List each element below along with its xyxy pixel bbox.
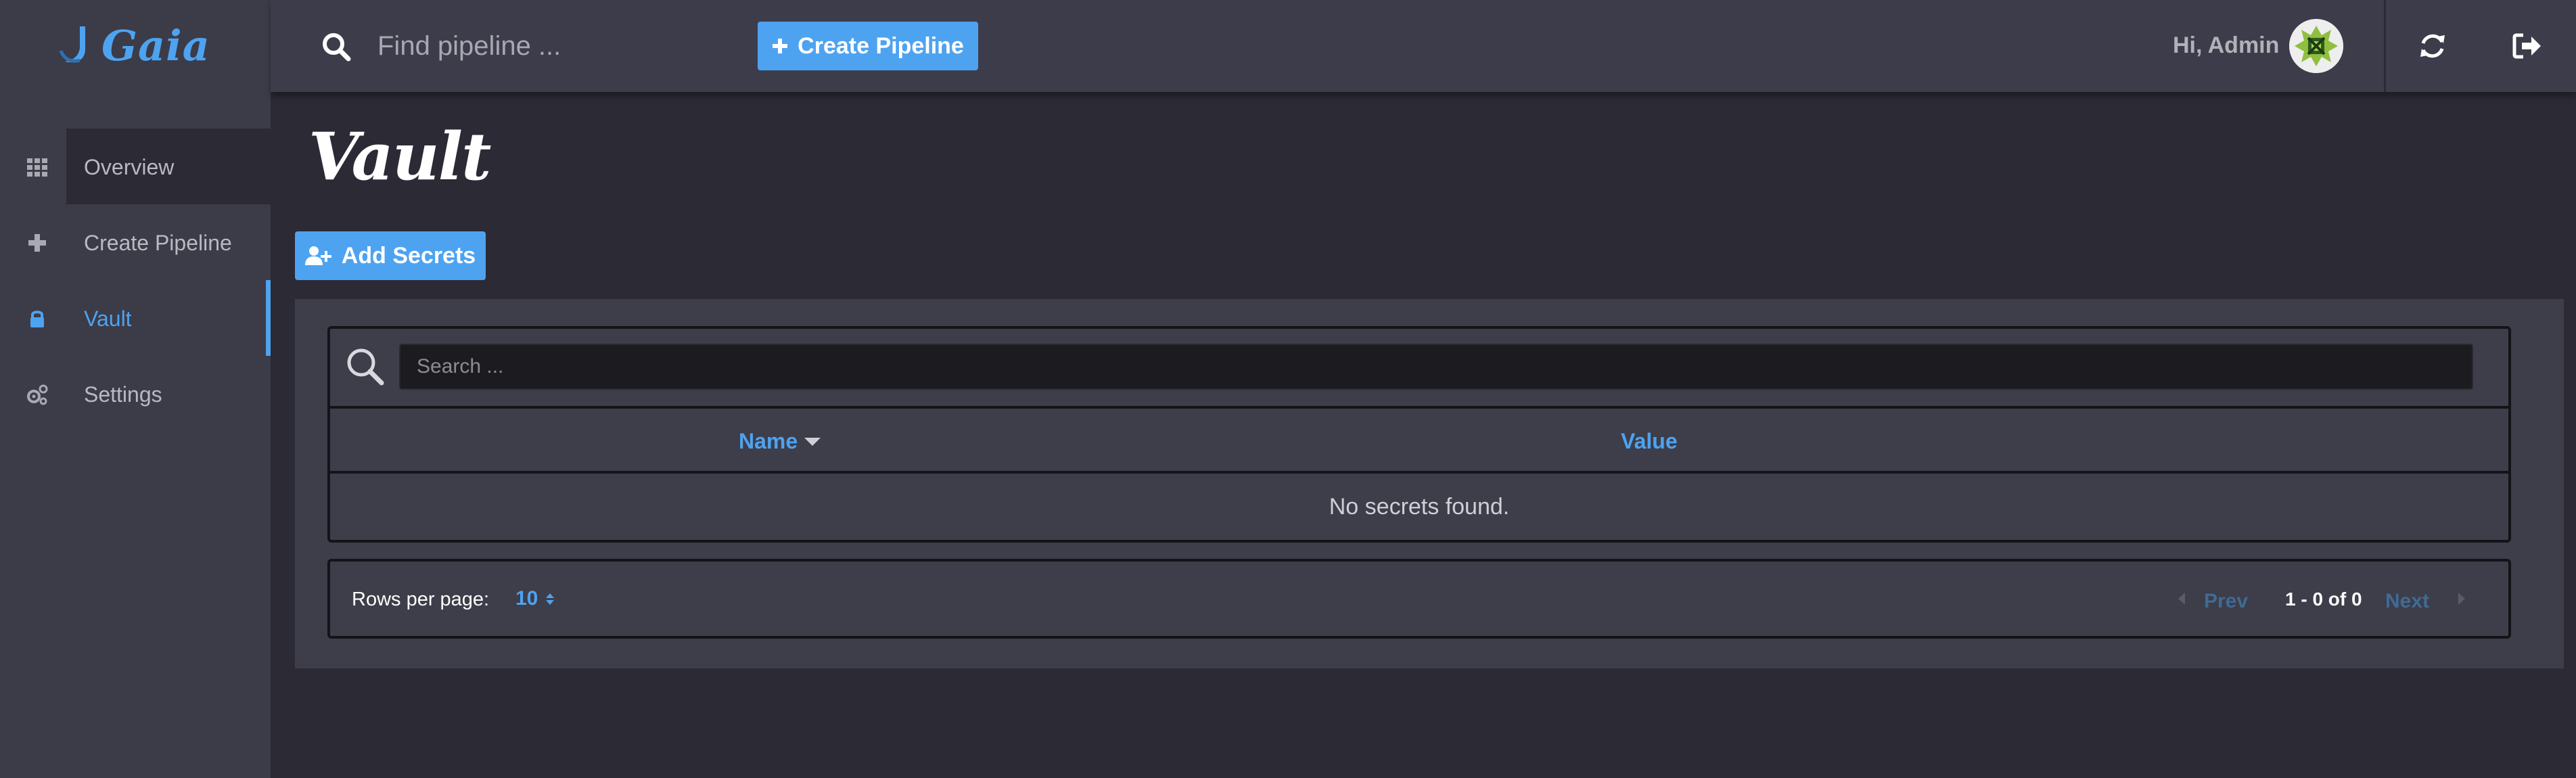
page-title: Vault [308, 118, 491, 195]
rows-per-page-label: Rows per page: [352, 589, 490, 610]
avatar-icon [2289, 19, 2343, 73]
gaia-logo[interactable]: Gaia [57, 15, 210, 76]
select-arrows-icon [546, 593, 555, 605]
add-user-icon [304, 246, 331, 265]
add-secrets-label: Add Secrets [341, 242, 476, 269]
rows-per-page-select[interactable]: 10 [515, 587, 555, 610]
create-pipeline-label: Create Pipeline [798, 32, 964, 59]
secrets-table: Name Value No secrets found. [327, 326, 2511, 543]
refresh-icon[interactable] [2418, 31, 2447, 61]
rows-per-page-value: 10 [515, 587, 538, 610]
table-header-row: Name Value [330, 409, 2508, 474]
pagination-bar: Rows per page: 10 Prev 1 - 0 of 0 Next [327, 559, 2511, 639]
next-caret-icon [2458, 593, 2465, 605]
next-page-button[interactable]: Next [2385, 590, 2429, 613]
sidebar: Gaia Overview Create Pipeline Vault Sett… [0, 0, 271, 778]
sidebar-item-overview[interactable]: Overview [0, 130, 271, 204]
create-pipeline-button[interactable]: Create Pipeline [758, 22, 978, 70]
secrets-panel: Name Value No secrets found. Rows per pa… [295, 299, 2564, 668]
search-icon [323, 33, 351, 62]
table-search-row [330, 329, 2508, 409]
prev-page-button[interactable]: Prev [2204, 590, 2248, 613]
magnifier-icon [347, 348, 384, 386]
sidebar-item-label: Overview [84, 154, 175, 179]
topbar-divider [2384, 0, 2386, 92]
add-secrets-button[interactable]: Add Secrets [295, 231, 486, 280]
sidebar-item-settings[interactable]: Settings [0, 357, 271, 432]
plus-icon [28, 234, 46, 252]
gaia-logo-icon [59, 26, 85, 63]
grid-icon [27, 158, 47, 177]
plus-icon [773, 39, 788, 53]
column-header-label: Name [739, 429, 798, 453]
sidebar-item-label: Settings [84, 382, 162, 407]
sidebar-item-vault[interactable]: Vault [0, 281, 271, 356]
active-indicator [266, 280, 271, 356]
prev-caret-icon [2178, 593, 2185, 605]
user-greeting: Hi, Admin [2173, 32, 2280, 58]
sidebar-item-create-pipeline[interactable]: Create Pipeline [0, 206, 271, 280]
page-range-text: 1 - 0 of 0 [2285, 589, 2362, 610]
app-name: Gaia [101, 20, 210, 70]
find-pipeline-input[interactable] [376, 24, 728, 68]
empty-state-message: No secrets found. [1329, 493, 1510, 520]
avatar[interactable] [2289, 19, 2343, 73]
logout-icon[interactable] [2512, 32, 2542, 60]
sort-desc-icon [804, 437, 821, 446]
sidebar-item-label: Create Pipeline [84, 230, 232, 255]
sidebar-item-label: Vault [84, 306, 132, 331]
column-header-label: Value [1621, 429, 1678, 453]
column-header-value[interactable]: Value [1621, 429, 1678, 454]
lock-icon [30, 311, 44, 327]
column-header-name[interactable]: Name [739, 429, 821, 454]
table-search-input[interactable] [399, 344, 2473, 390]
gears-icon [27, 384, 48, 405]
